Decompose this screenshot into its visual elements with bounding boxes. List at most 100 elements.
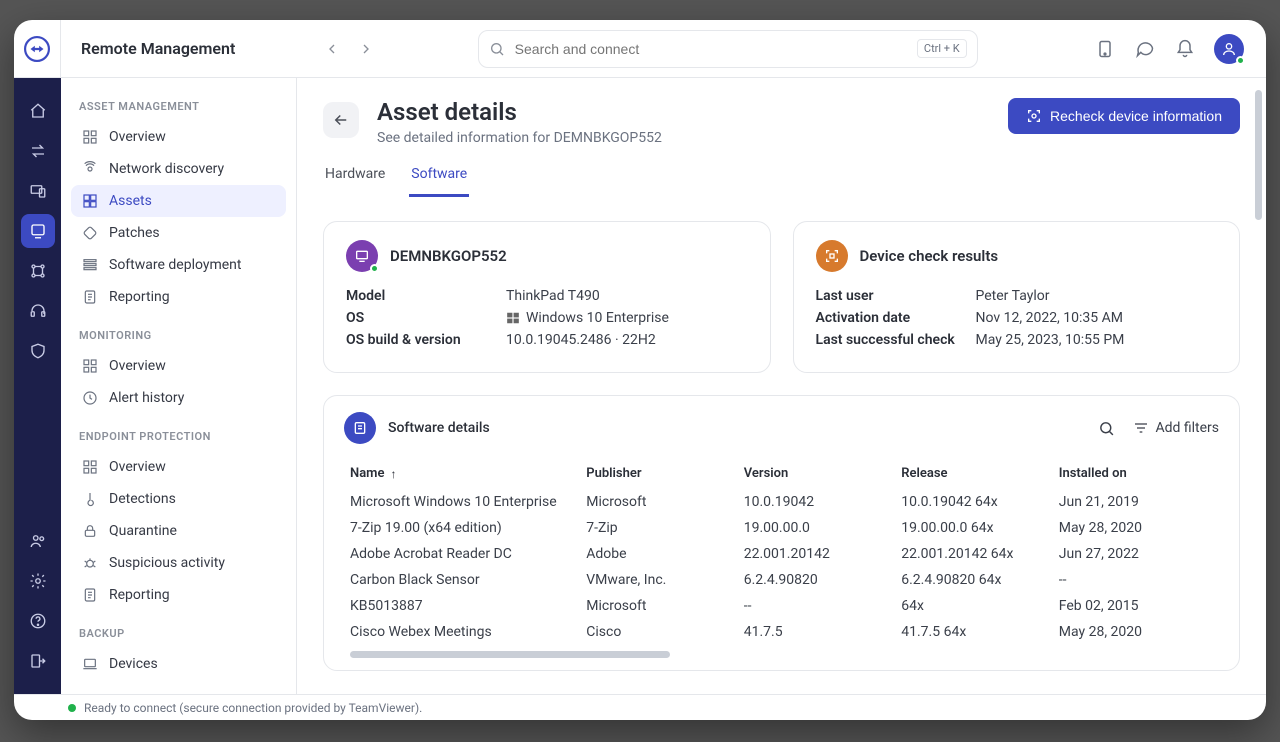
table-row[interactable]: Adobe Acrobat Reader DCAdobe22.001.20142… bbox=[344, 541, 1219, 567]
cell-installed: Feb 02, 2015 bbox=[1053, 593, 1219, 619]
model-value: ThinkPad T490 bbox=[506, 288, 600, 304]
search-shortcut: Ctrl + K bbox=[917, 39, 967, 58]
lock-icon bbox=[81, 522, 99, 540]
cell-publisher: Microsoft bbox=[580, 593, 738, 619]
scan-icon bbox=[1026, 108, 1042, 124]
rail-devices[interactable] bbox=[21, 174, 55, 208]
rail-scripts[interactable] bbox=[21, 254, 55, 288]
page-back-button[interactable] bbox=[323, 102, 359, 138]
sidebar-item-network-discovery[interactable]: Network discovery bbox=[71, 153, 286, 185]
feed-icon bbox=[81, 256, 99, 274]
rail-home[interactable] bbox=[21, 94, 55, 128]
tab-software[interactable]: Software bbox=[409, 158, 469, 197]
cell-publisher: 7-Zip bbox=[580, 515, 738, 541]
forward-button[interactable] bbox=[349, 32, 383, 66]
rail-support[interactable] bbox=[21, 294, 55, 328]
search-icon bbox=[489, 41, 505, 57]
graph-icon bbox=[29, 262, 47, 280]
search-input[interactable] bbox=[513, 40, 909, 58]
sidebar-item-assets[interactable]: Assets bbox=[71, 185, 286, 217]
sidebar-item-reporting-ep[interactable]: Reporting bbox=[71, 579, 286, 611]
chat-icon-button[interactable] bbox=[1134, 38, 1156, 60]
home-icon bbox=[29, 102, 47, 120]
sidebar-section-endpoint: ENDPOINT PROTECTION bbox=[79, 430, 286, 443]
sidebar-item-quarantine[interactable]: Quarantine bbox=[71, 515, 286, 547]
user-icon bbox=[1221, 41, 1237, 57]
online-status-dot-icon bbox=[370, 264, 379, 273]
sidebar-item-label: Assets bbox=[109, 193, 152, 209]
status-text: Ready to connect (secure connection prov… bbox=[84, 701, 422, 715]
lastcheck-value: May 25, 2023, 10:55 PM bbox=[976, 332, 1125, 348]
cell-name: Cisco Webex Meetings bbox=[344, 619, 580, 645]
col-version[interactable]: Version bbox=[738, 458, 896, 489]
app-title: Remote Management bbox=[61, 39, 255, 58]
logout-icon bbox=[29, 652, 47, 670]
table-row[interactable]: KB5013887Microsoft--64xFeb 02, 2015 bbox=[344, 593, 1219, 619]
sidebar-section-asset: ASSET MANAGEMENT bbox=[79, 100, 286, 113]
chevron-left-icon bbox=[324, 41, 340, 57]
sidebar-item-reporting-asset[interactable]: Reporting bbox=[71, 281, 286, 313]
sidebar-item-patches[interactable]: Patches bbox=[71, 217, 286, 249]
sidebar-item-label: Network discovery bbox=[109, 161, 224, 177]
add-filters-button[interactable]: Add filters bbox=[1133, 420, 1219, 436]
col-publisher[interactable]: Publisher bbox=[580, 458, 738, 489]
cell-release: 41.7.5 64x bbox=[895, 619, 1053, 645]
rail-help[interactable] bbox=[21, 604, 55, 638]
cell-version: 19.00.00.0 bbox=[738, 515, 896, 541]
sidebar-item-alert-history[interactable]: Alert history bbox=[71, 382, 286, 414]
lastuser-label: Last user bbox=[816, 288, 976, 304]
content-scrollbar[interactable] bbox=[1255, 90, 1262, 220]
sidebar-item-devices[interactable]: Devices bbox=[71, 648, 286, 680]
shield-gear-icon bbox=[29, 342, 47, 360]
assets-icon bbox=[81, 192, 99, 210]
rail-logout[interactable] bbox=[21, 644, 55, 678]
teamviewer-logo-icon bbox=[24, 36, 50, 62]
software-search-button[interactable] bbox=[1098, 420, 1115, 437]
cell-name: KB5013887 bbox=[344, 593, 580, 619]
device-list-icon bbox=[29, 182, 47, 200]
device-icon-button[interactable] bbox=[1094, 38, 1116, 60]
tab-hardware[interactable]: Hardware bbox=[323, 158, 387, 196]
page-title: Asset details bbox=[377, 98, 662, 126]
software-details-icon bbox=[344, 412, 376, 444]
sidebar-item-suspicious[interactable]: Suspicious activity bbox=[71, 547, 286, 579]
sidebar-item-detections[interactable]: Detections bbox=[71, 483, 286, 515]
rail-remote-management[interactable] bbox=[21, 214, 55, 248]
sidebar-item-overview[interactable]: Overview bbox=[71, 121, 286, 153]
cell-version: 41.7.5 bbox=[738, 619, 896, 645]
rail-users[interactable] bbox=[21, 524, 55, 558]
activation-value: Nov 12, 2022, 10:35 AM bbox=[976, 310, 1123, 326]
check-results-icon bbox=[816, 240, 848, 272]
table-row[interactable]: 7-Zip 19.00 (x64 edition)7-Zip19.00.00.0… bbox=[344, 515, 1219, 541]
sidebar-item-software-deployment[interactable]: Software deployment bbox=[71, 249, 286, 281]
sidebar-item-label: Patches bbox=[109, 225, 160, 241]
col-release[interactable]: Release bbox=[895, 458, 1053, 489]
recheck-button[interactable]: Recheck device information bbox=[1008, 98, 1240, 134]
sidebar-item-overview-mon[interactable]: Overview bbox=[71, 350, 286, 382]
search-bar[interactable]: Ctrl + K bbox=[478, 30, 978, 68]
sidebar-item-label: Reporting bbox=[109, 587, 170, 603]
tablet-icon bbox=[1095, 39, 1115, 59]
cell-publisher: Microsoft bbox=[580, 489, 738, 515]
rail-settings[interactable] bbox=[21, 564, 55, 598]
bell-icon-button[interactable] bbox=[1174, 38, 1196, 60]
sidebar-section-monitoring: MONITORING bbox=[79, 329, 286, 342]
table-row[interactable]: Microsoft Windows 10 EnterpriseMicrosoft… bbox=[344, 489, 1219, 515]
table-row[interactable]: Carbon Black SensorVMware, Inc.6.2.4.908… bbox=[344, 567, 1219, 593]
cell-installed: May 28, 2020 bbox=[1053, 515, 1219, 541]
col-installed[interactable]: Installed on bbox=[1053, 458, 1219, 489]
rail-connect[interactable] bbox=[21, 134, 55, 168]
col-name[interactable]: Name ↑ bbox=[344, 458, 580, 489]
horizontal-scrollbar[interactable] bbox=[350, 651, 1213, 658]
table-row[interactable]: Cisco Webex MeetingsCisco41.7.541.7.5 64… bbox=[344, 619, 1219, 645]
software-details-title: Software details bbox=[388, 420, 490, 436]
rail-security[interactable] bbox=[21, 334, 55, 368]
search-icon bbox=[1098, 420, 1115, 437]
sidebar-item-overview-ep[interactable]: Overview bbox=[71, 451, 286, 483]
dashboard-icon bbox=[81, 458, 99, 476]
cell-installed: Jun 21, 2019 bbox=[1053, 489, 1219, 515]
back-button[interactable] bbox=[315, 32, 349, 66]
user-avatar[interactable] bbox=[1214, 34, 1244, 64]
page-subtitle: See detailed information for DEMNBKGOP55… bbox=[377, 130, 662, 146]
sort-asc-icon: ↑ bbox=[390, 467, 396, 481]
